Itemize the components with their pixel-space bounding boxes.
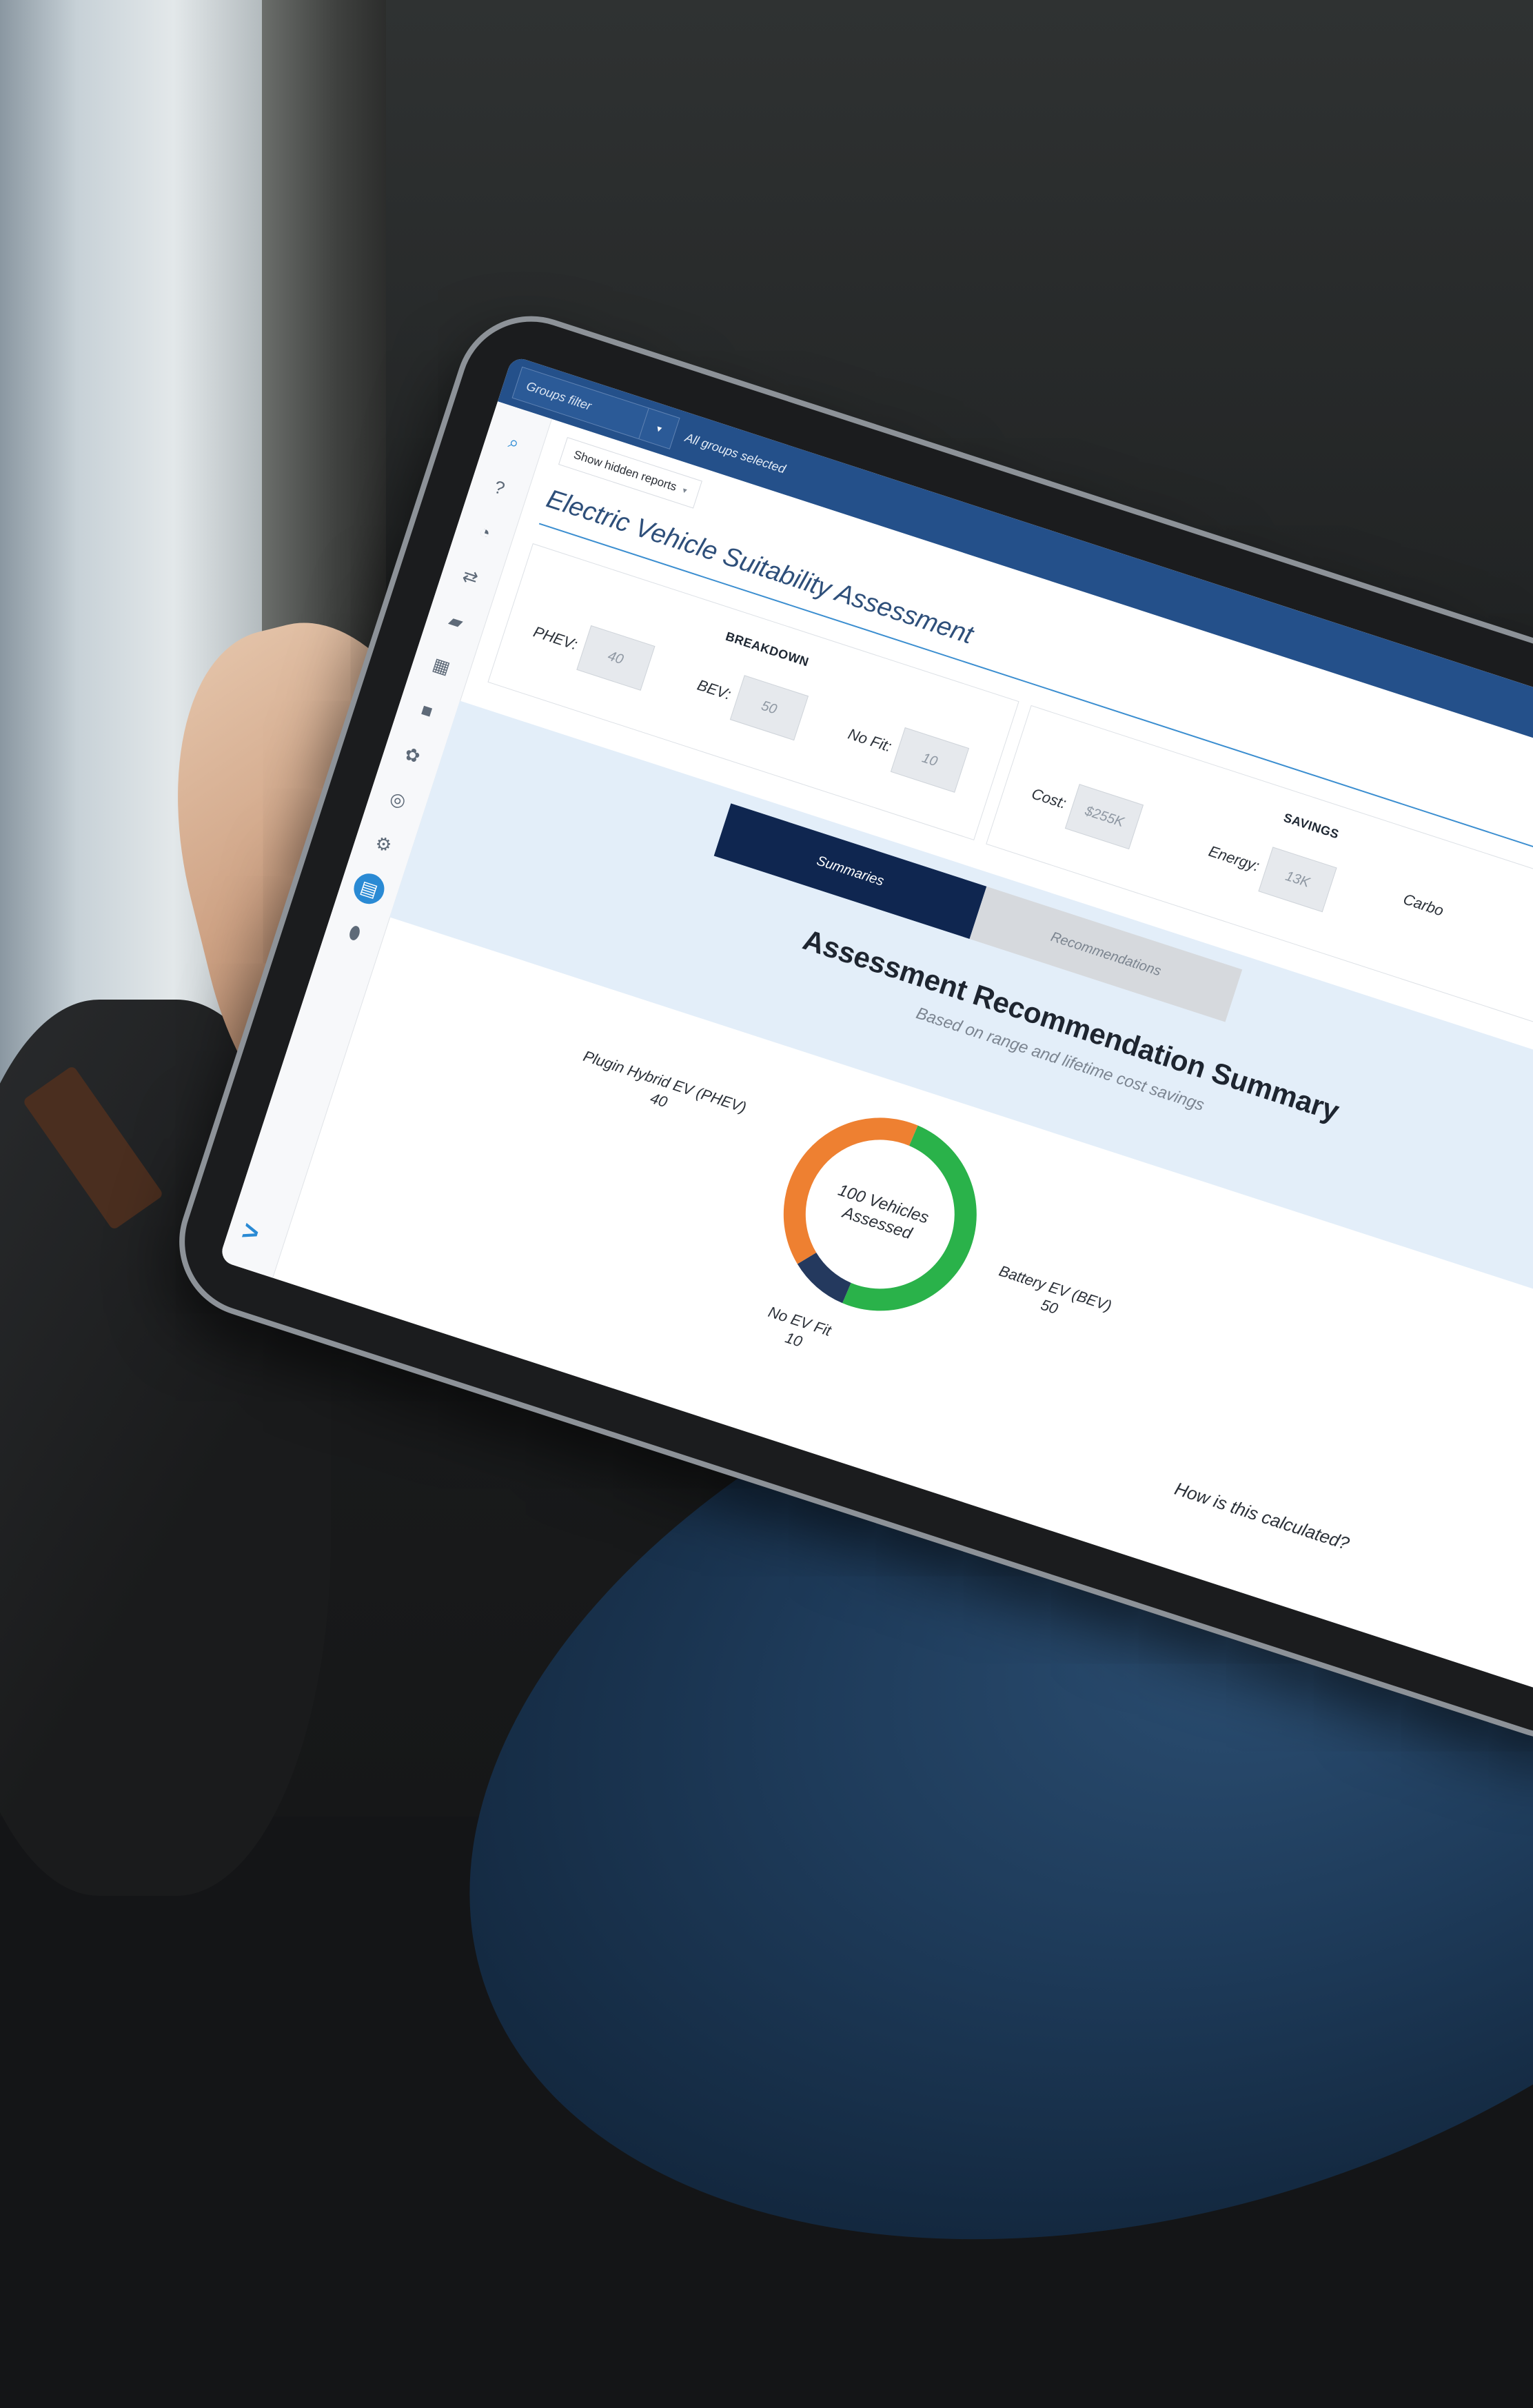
engine-icon[interactable]: ■ (408, 691, 446, 729)
bev-segment-label: Battery EV (BEV) 50 (991, 1262, 1114, 1334)
map-pin-icon[interactable]: ⬮ (336, 914, 374, 952)
chart-icon[interactable]: ▦ (423, 647, 460, 685)
nofit-field: No Fit: 10 (842, 711, 969, 793)
phev-field: PHEV: 40 (527, 609, 656, 691)
help-icon[interactable]: ? (480, 468, 518, 506)
show-hidden-reports-label: Show hidden reports (571, 447, 679, 494)
cost-field: Cost: $255K (1025, 771, 1144, 850)
energy-field: Energy: 13K (1202, 829, 1337, 913)
bev-field: BEV: 50 (691, 662, 809, 741)
truck-icon[interactable]: ▰ (437, 602, 475, 640)
search-icon[interactable]: ⌕ (495, 424, 533, 462)
phev-value: 40 (576, 625, 656, 691)
puzzle-icon[interactable]: ✿ (394, 736, 432, 773)
cost-value: $255K (1065, 784, 1144, 850)
bev-label: BEV: (695, 676, 733, 703)
caret-down-icon: ▾ (681, 485, 689, 496)
carbon-field: Carbo (1401, 890, 1452, 922)
energy-value: 13K (1258, 847, 1337, 913)
cost-label: Cost: (1029, 785, 1069, 812)
phev-label: PHEV: (531, 623, 580, 654)
donut-chart: 100 Vehicles Assessed (750, 1084, 1011, 1344)
route-icon[interactable]: ⇄ (451, 558, 489, 596)
how-calculated-link[interactable]: How is this calculated? (1172, 1478, 1352, 1555)
gear-icon[interactable]: ⚙ (365, 825, 403, 863)
report-icon[interactable]: ▤ (349, 869, 389, 908)
phev-segment-label: Plugin Hybrid EV (PHEV) 40 (575, 1046, 749, 1135)
donut-center-text: 100 Vehicles Assessed (750, 1084, 1011, 1344)
nofit-label: No Fit: (846, 725, 894, 756)
bev-value: 50 (729, 675, 809, 741)
nofit-value: 10 (890, 727, 969, 793)
chevron-right-icon[interactable]: > (238, 1215, 263, 1250)
carbon-label: Carbo (1401, 890, 1446, 920)
compass-icon[interactable]: ◎ (379, 780, 417, 818)
energy-label: Energy: (1206, 842, 1262, 875)
gauge-icon[interactable]: ◔ (466, 513, 504, 551)
nofit-segment-label: No EV Fit 10 (760, 1302, 834, 1358)
